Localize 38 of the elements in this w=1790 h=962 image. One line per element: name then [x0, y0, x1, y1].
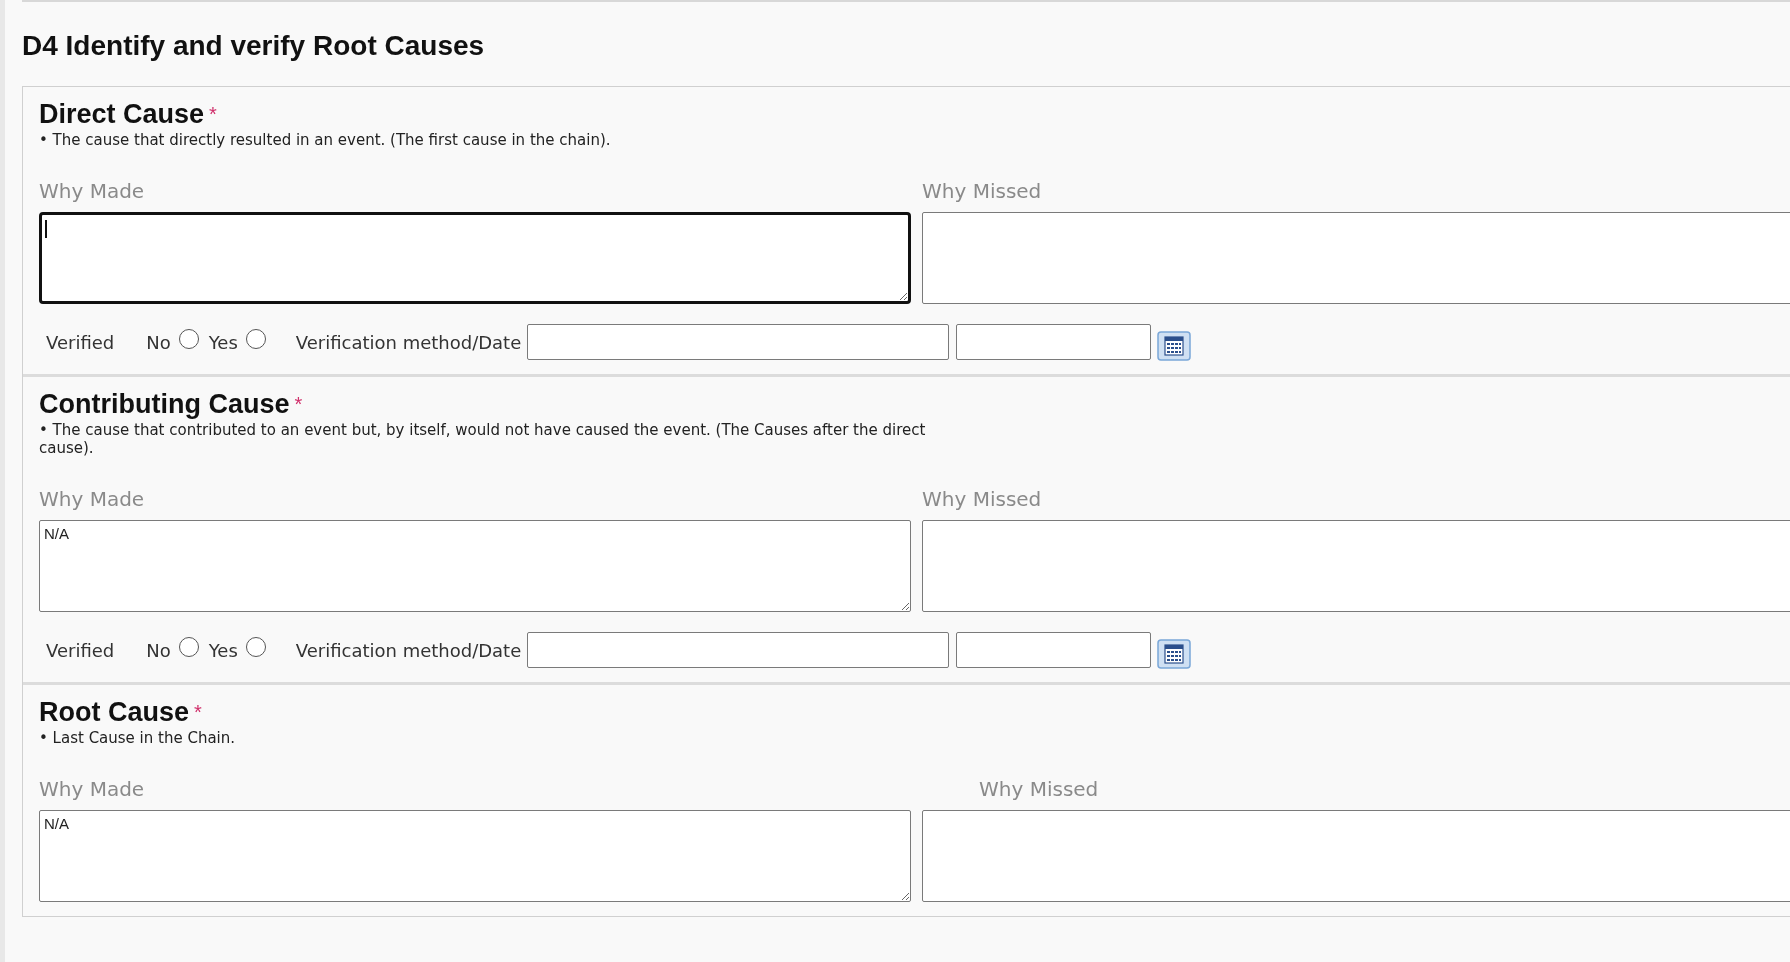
method-label: Verification method/Date — [295, 331, 522, 353]
section-heading: Root Cause — [39, 697, 190, 728]
required-mark: * — [209, 103, 217, 126]
required-mark: * — [294, 393, 303, 416]
radio-label: No — [146, 639, 171, 661]
section-heading: Direct Cause — [39, 99, 205, 130]
radio-label: No — [146, 331, 171, 353]
field-label: Why Made — [39, 777, 145, 801]
field-label: Why Missed — [979, 777, 1099, 801]
method-input[interactable] — [527, 324, 950, 360]
date-input[interactable] — [956, 632, 1152, 668]
required-mark: * — [194, 701, 202, 724]
field-label: Why Made — [39, 487, 145, 511]
text-area[interactable] — [39, 212, 911, 304]
text-area[interactable]: N/A — [39, 810, 911, 902]
radio-label: Yes — [208, 639, 238, 661]
radio-button[interactable] — [245, 637, 266, 657]
text-cursor — [45, 220, 47, 238]
calendar-icon[interactable] — [1157, 639, 1192, 669]
radio-button[interactable] — [245, 329, 266, 349]
field-label: Why Missed — [922, 179, 1042, 203]
field-label: Why Missed — [922, 487, 1042, 511]
calendar-icon[interactable] — [1157, 331, 1192, 361]
section-description: • Last Cause in the Chain. — [39, 729, 237, 747]
radio-button[interactable] — [178, 329, 199, 349]
section-description: • The cause that directly resulted in an event. (The first cause in the chain). — [39, 131, 612, 149]
method-input[interactable] — [527, 632, 950, 668]
date-input[interactable] — [956, 324, 1152, 360]
section-description: • The cause that contributed to an event but, by itself, would not have caused the event. (The Causes after the direct cause). — [39, 421, 927, 457]
method-label: Verification method/Date — [295, 639, 522, 661]
page-title: D4 Identify and verify Root Causes — [22, 30, 486, 62]
field-label: Why Made — [39, 179, 145, 203]
verified-label: Verified — [46, 331, 115, 353]
radio-label: Yes — [208, 331, 238, 353]
section-heading: Contributing Cause — [39, 389, 290, 420]
radio-button[interactable] — [178, 637, 199, 657]
verified-label: Verified — [46, 639, 115, 661]
text-area[interactable]: N/A — [39, 520, 911, 612]
